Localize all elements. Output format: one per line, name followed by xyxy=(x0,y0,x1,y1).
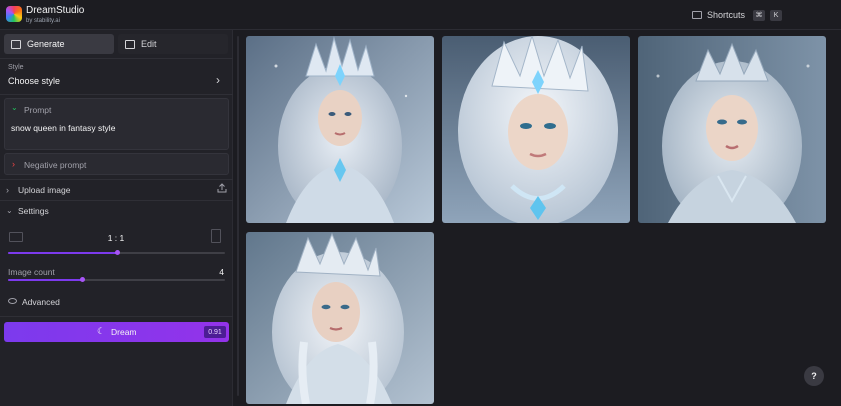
settings-label: Settings xyxy=(18,206,49,216)
prompt-input[interactable]: snow queen in fantasy style xyxy=(11,123,115,133)
moon-icon: ☾ xyxy=(97,326,106,336)
chevron-right-icon: › xyxy=(216,73,220,87)
shortcuts-label: Shortcuts xyxy=(707,10,746,20)
aspect-ratio-slider-fill xyxy=(8,252,117,254)
portrait-aspect-icon[interactable] xyxy=(211,229,221,243)
app-subtitle: by stability.ai xyxy=(26,18,60,24)
grid-icon xyxy=(11,39,21,49)
divider xyxy=(0,94,233,95)
aspect-ratio-value: 1 : 1 xyxy=(107,233,125,243)
style-label: Style xyxy=(8,64,24,71)
divider xyxy=(0,179,233,180)
divider xyxy=(0,58,233,59)
top-bar: DreamStudio by stability.ai Shortcuts ⌘ … xyxy=(0,0,841,30)
sidebar: Generate Edit Style Choose style › ⌄ Pro… xyxy=(0,30,233,406)
prompt-label: Prompt xyxy=(24,105,52,115)
dream-button[interactable]: ☾ Dream 0.91 xyxy=(4,322,229,342)
negative-prompt-panel[interactable]: › Negative prompt xyxy=(4,153,229,175)
aspect-ratio-slider[interactable] xyxy=(8,250,225,255)
snow-queen-image-1[interactable] xyxy=(246,36,434,223)
image-count-label: Image count xyxy=(8,267,55,277)
snow-queen-image-4[interactable] xyxy=(246,232,434,404)
chevron-down-icon[interactable]: ⌄ xyxy=(11,103,18,112)
help-button[interactable]: ? xyxy=(804,366,824,386)
chevron-right-icon: › xyxy=(12,159,15,169)
chevron-right-icon: › xyxy=(6,185,9,195)
snow-queen-image-2[interactable] xyxy=(442,36,630,223)
aspect-ratio-slider-thumb[interactable] xyxy=(114,250,120,255)
shortcut-key-cmd: ⌘ xyxy=(753,9,766,21)
divider xyxy=(0,200,233,201)
snow-queen-image-3[interactable] xyxy=(638,36,826,223)
shortcut-key-k: K xyxy=(770,9,783,21)
tab-edit-label: Edit xyxy=(141,39,157,49)
chevron-down-icon: ⌄ xyxy=(6,206,13,215)
upload-icon[interactable] xyxy=(217,183,227,193)
negative-prompt-label: Negative prompt xyxy=(24,160,87,170)
keyboard-icon xyxy=(692,11,702,19)
advanced-label: Advanced xyxy=(22,297,60,307)
tab-generate[interactable]: Generate xyxy=(4,34,114,54)
tab-edit[interactable]: Edit xyxy=(118,34,228,54)
sidebar-scrollbar[interactable] xyxy=(237,36,239,396)
eye-icon xyxy=(8,298,17,304)
credits-badge: 0.91 xyxy=(204,326,226,338)
divider xyxy=(0,316,233,317)
prompt-panel[interactable]: ⌄ Prompt snow queen in fantasy style xyxy=(4,98,229,150)
tab-generate-label: Generate xyxy=(27,39,65,49)
app-name: DreamStudio xyxy=(26,5,85,16)
landscape-aspect-icon[interactable] xyxy=(9,232,23,242)
image-count-slider-fill xyxy=(8,279,82,281)
upload-image-label: Upload image xyxy=(18,185,71,195)
shortcuts-button[interactable]: Shortcuts ⌘ K xyxy=(692,9,783,21)
dream-label: Dream xyxy=(111,327,137,337)
image-count-slider[interactable] xyxy=(8,277,225,282)
edit-icon xyxy=(125,39,135,49)
image-count-slider-thumb[interactable] xyxy=(79,277,85,282)
stability-logo-icon[interactable] xyxy=(6,6,22,22)
image-count-value: 4 xyxy=(219,267,224,277)
style-value: Choose style xyxy=(8,76,61,86)
